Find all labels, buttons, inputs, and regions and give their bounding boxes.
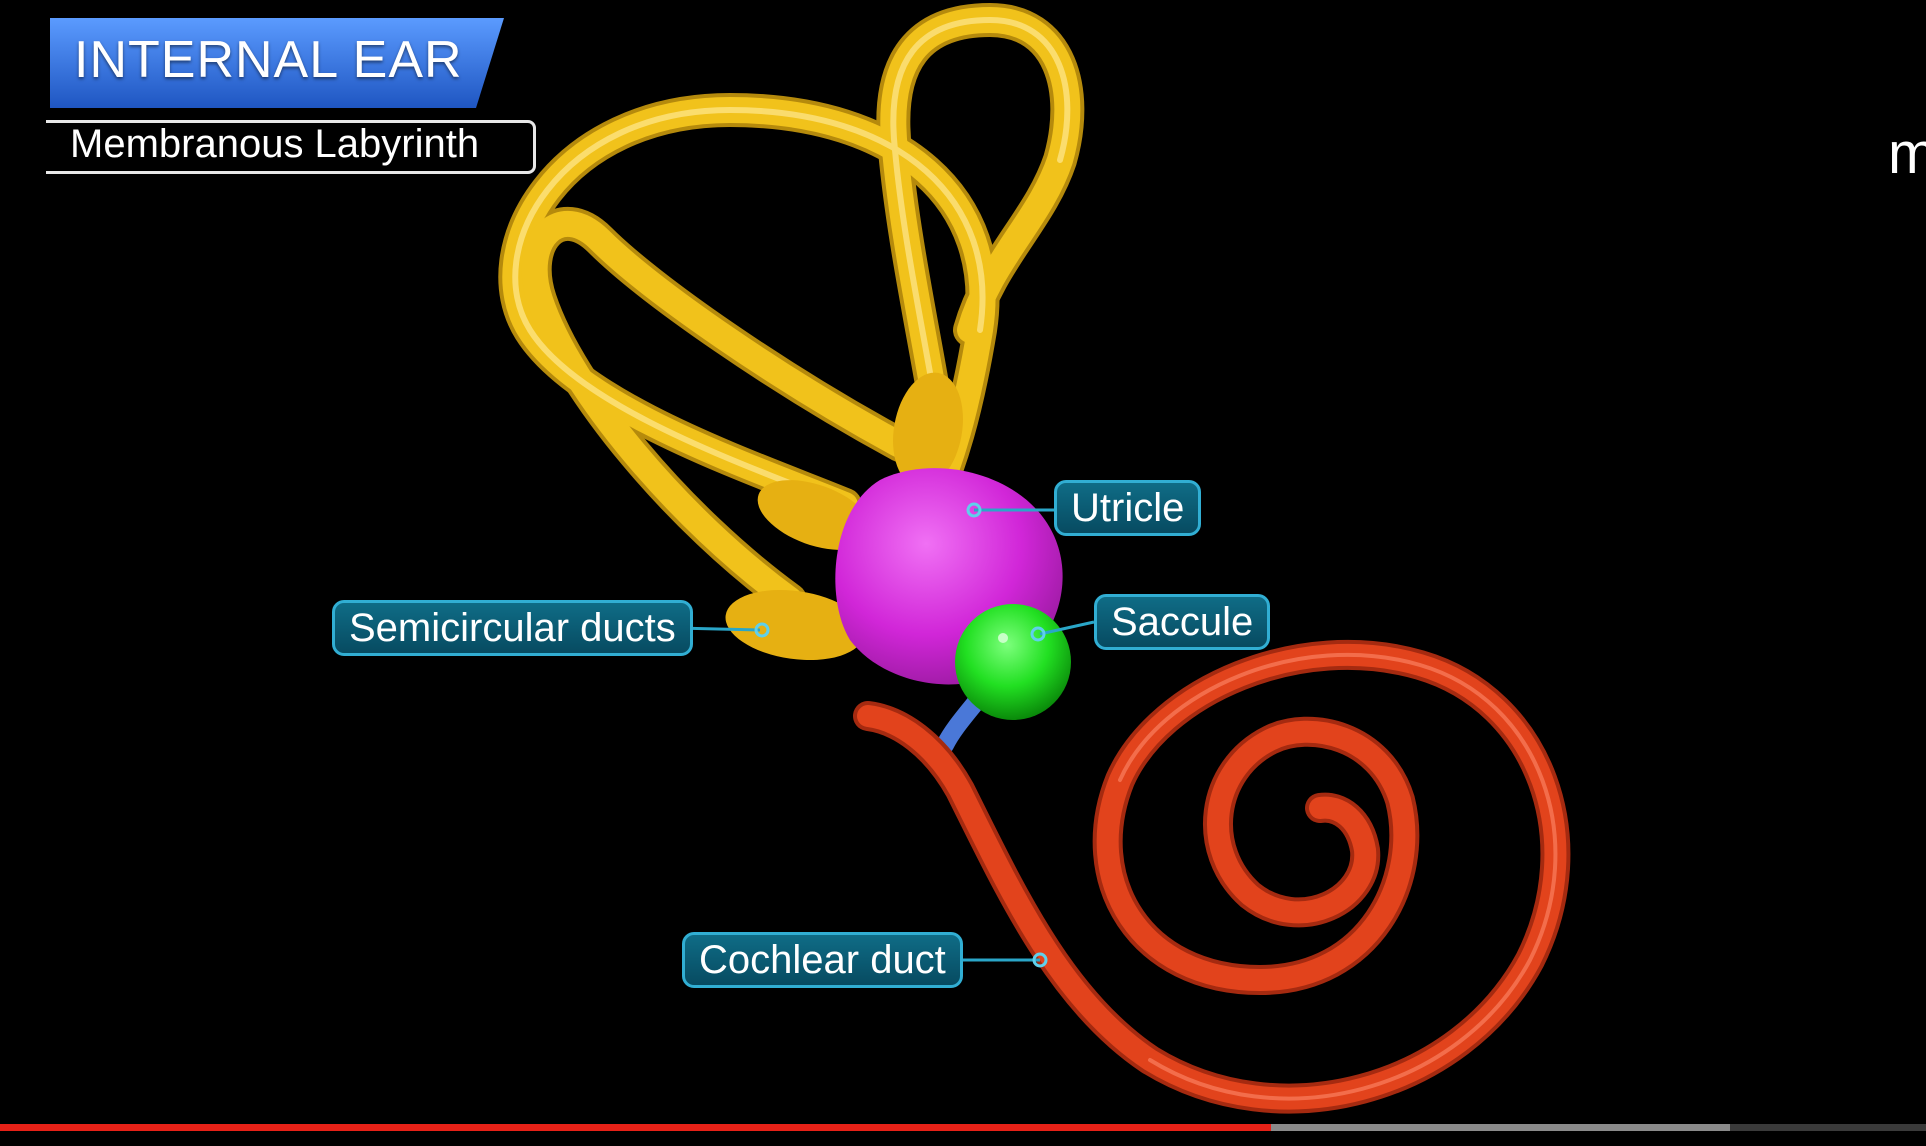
channel-logo-partial: m [1888,121,1926,186]
saccule-highlight [998,633,1008,643]
diagram-stage: INTERNAL EAR Membranous Labyrinth m Utri… [0,0,1926,1142]
video-progress-bar[interactable] [0,1124,1926,1131]
label-semicircular-ducts: Semicircular ducts [332,600,693,656]
progress-played [0,1124,1272,1131]
diagram-title: INTERNAL EAR [74,31,463,89]
label-cochlear-duct: Cochlear duct [682,932,963,988]
diagram-subtitle: Membranous Labyrinth [70,122,480,166]
label-saccule: Saccule [1094,594,1271,650]
label-utricle: Utricle [1054,480,1202,536]
saccule-shape [955,604,1071,720]
